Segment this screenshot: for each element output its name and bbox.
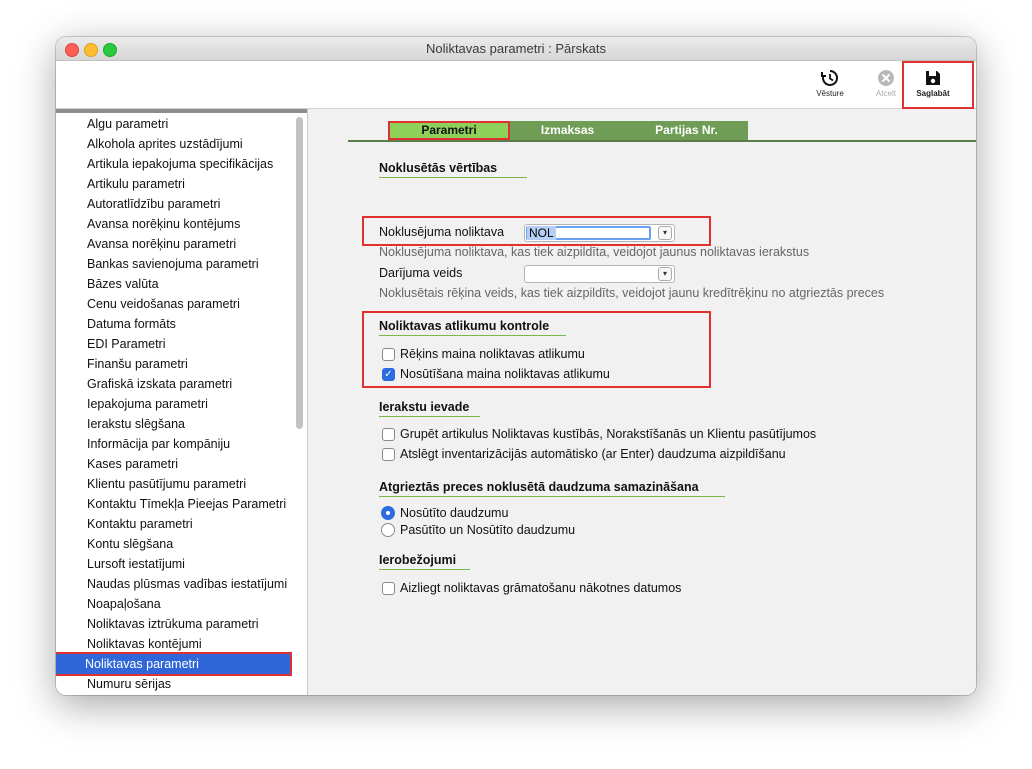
disable-autofill-checkbox[interactable]: [382, 448, 395, 461]
transaction-value: [527, 267, 531, 281]
group-items-checkbox[interactable]: [382, 428, 395, 441]
transaction-label: Darījuma veids: [379, 266, 463, 280]
app-window: Noliktavas parametri : Pārskats Vēsture …: [56, 37, 976, 695]
chevron-down-icon[interactable]: ▾: [658, 226, 672, 240]
sidebar-item[interactable]: Noliktavas iztrūkuma parametri: [56, 614, 292, 634]
sidebar-item[interactable]: EDI Parametri: [56, 334, 292, 354]
sidebar-scrollbar[interactable]: [296, 117, 303, 429]
sidebar-item[interactable]: Bāzes valūta: [56, 274, 292, 294]
transaction-select[interactable]: ▾: [524, 265, 675, 283]
sidebar-item[interactable]: Klientu pasūtījumu parametri: [56, 474, 292, 494]
sidebar-item[interactable]: Datuma formāts: [56, 314, 292, 334]
entry-heading: Ierakstu ievade: [379, 400, 470, 414]
stock-underline: [379, 335, 566, 336]
returns-option-ordered-radio[interactable]: [381, 523, 395, 537]
defaults-heading: Noklusētās vērtības: [379, 161, 498, 175]
sidebar-item[interactable]: Numuru sērijas: [56, 674, 292, 694]
limits-heading: Ierobežojumi: [379, 553, 457, 567]
sidebar-item[interactable]: Finanšu parametri: [56, 354, 292, 374]
sidebar-item[interactable]: Cenu veidošanas parametri: [56, 294, 292, 314]
tabs-underline: [348, 140, 976, 142]
defaults-underline: [379, 177, 527, 178]
cancel-button[interactable]: Atcelt: [865, 69, 907, 98]
sidebar-item[interactable]: Algu parametri: [56, 114, 292, 134]
returns-heading: Atgrieztās preces noklusētā daudzuma sam…: [379, 480, 699, 494]
invoice-changes-checkbox[interactable]: [382, 348, 395, 361]
tab-parametri[interactable]: Parametri: [388, 121, 510, 140]
title-bar: Noliktavas parametri : Pārskats: [56, 37, 976, 61]
sidebar-item[interactable]: Kontaktu Tīmekļa Pieejas Parametri: [56, 494, 292, 514]
forbid-future-checkbox[interactable]: [382, 582, 395, 595]
returns-underline: [379, 496, 725, 497]
cancel-icon: [865, 69, 907, 89]
sidebar-item[interactable]: Kontu slēgšana: [56, 534, 292, 554]
sidebar-item[interactable]: Iepakojuma parametri: [56, 394, 292, 414]
window-title: Noliktavas parametri : Pārskats: [426, 41, 606, 56]
returns-option-shipped-label: Nosūtīto daudzumu: [400, 506, 509, 520]
warehouse-hint: Noklusējuma noliktava, kas tiek aizpildī…: [379, 245, 810, 259]
sidebar: Algu parametri Alkohola aprites uzstādīj…: [56, 109, 308, 695]
sidebar-item[interactable]: Autoratlīdzību parametri: [56, 194, 292, 214]
sidebar-item[interactable]: Alkohola aprites uzstādījumi: [56, 134, 292, 154]
sidebar-item[interactable]: Noliktavas kontējumi: [56, 634, 292, 654]
cancel-label: Atcelt: [875, 89, 896, 98]
sidebar-item[interactable]: Ierakstu slēgšana: [56, 414, 292, 434]
sidebar-item[interactable]: Grafiskā izskata parametri: [56, 374, 292, 394]
sidebar-item[interactable]: Noapaļošana: [56, 594, 292, 614]
sidebar-item[interactable]: Kases parametri: [56, 454, 292, 474]
history-button[interactable]: Vēsture: [809, 69, 851, 98]
returns-option-ordered-label: Pasūtīto un Nosūtīto daudzumu: [400, 523, 576, 537]
warehouse-select[interactable]: NOL ▾: [524, 224, 675, 242]
sidebar-item[interactable]: Kontaktu parametri: [56, 514, 292, 534]
sidebar-item[interactable]: Avansa norēķinu kontējums: [56, 214, 292, 234]
sidebar-item[interactable]: Informācija par kompāniju: [56, 434, 292, 454]
invoice-changes-label: Rēķins maina noliktavas atlikumu: [400, 347, 585, 361]
chevron-down-icon[interactable]: ▾: [658, 267, 672, 281]
shipment-changes-checkbox[interactable]: ✓: [382, 368, 395, 381]
entry-underline: [379, 416, 480, 417]
history-label: Vēsture: [816, 89, 844, 98]
save-highlight: [902, 61, 974, 109]
history-icon: [809, 69, 851, 89]
sidebar-item[interactable]: Artikula iepakojuma specifikācijas: [56, 154, 292, 174]
tab-partijas[interactable]: Partijas Nr.: [625, 121, 748, 140]
limits-underline: [379, 569, 470, 570]
disable-autofill-label: Atslēgt inventarizācijās automātisko (ar…: [400, 447, 786, 461]
toolbar: Vēsture Atcelt Saglabāt: [56, 61, 976, 109]
tab-izmaksas[interactable]: Izmaksas: [510, 121, 625, 140]
sidebar-item[interactable]: Artikulu parametri: [56, 174, 292, 194]
sidebar-item[interactable]: Bankas savienojuma parametri: [56, 254, 292, 274]
sidebar-item[interactable]: Naudas plūsmas vadības iestatījumi: [56, 574, 292, 594]
group-items-label: Grupēt artikulus Noliktavas kustībās, No…: [400, 427, 817, 441]
transaction-hint: Noklusētais rēķina veids, kas tiek aizpi…: [379, 286, 885, 300]
sidebar-top-border: [56, 109, 307, 113]
warehouse-label: Noklusējuma noliktava: [379, 225, 505, 239]
forbid-future-label: Aizliegt noliktavas grāmatošanu nākotnes…: [400, 581, 682, 595]
shipment-changes-label: Nosūtīšana maina noliktavas atlikumu: [400, 367, 610, 381]
warehouse-value: NOL: [527, 226, 556, 240]
returns-option-shipped-radio[interactable]: [381, 506, 395, 520]
stock-heading: Noliktavas atlikumu kontrole: [379, 319, 550, 333]
main-panel: Parametri Izmaksas Partijas Nr. Noklusēt…: [308, 109, 976, 695]
sidebar-item-selected[interactable]: Noliktavas parametri: [56, 652, 292, 676]
sidebar-item[interactable]: Lursoft iestatījumi: [56, 554, 292, 574]
sidebar-item[interactable]: Avansa norēķinu parametri: [56, 234, 292, 254]
